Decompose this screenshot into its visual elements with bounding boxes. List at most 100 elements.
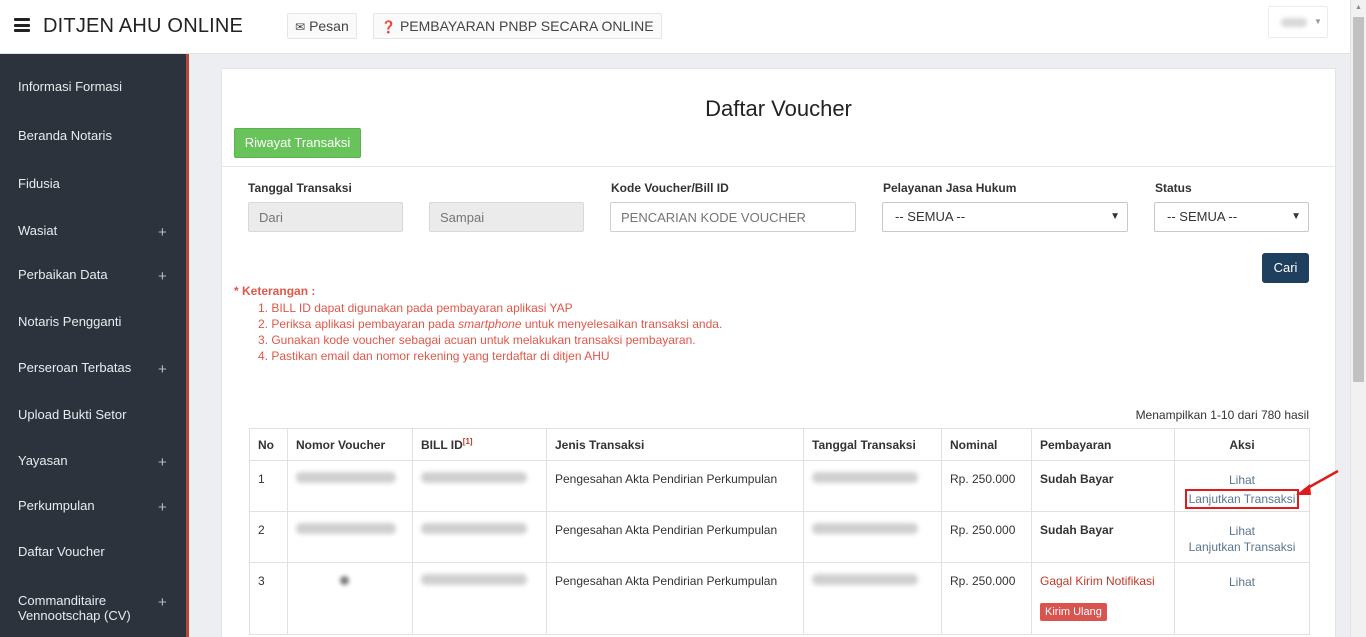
keterangan-notes: * Keterangan : 1. BILL ID dapat digunaka… (234, 284, 722, 364)
col-pembayaran: Pembayaran (1031, 428, 1175, 461)
cari-button[interactable]: Cari (1262, 253, 1309, 283)
col-aksi: Aksi (1174, 428, 1310, 461)
expand-plus-icon: + (158, 268, 167, 285)
col-jenis-transaksi: Jenis Transaksi (546, 428, 804, 461)
expand-plus-icon: + (158, 499, 167, 516)
cell-aksi: Lihat (1174, 562, 1310, 635)
col-nominal: Nominal (941, 428, 1032, 461)
table-row: 1 Pengesahan Akta Pendirian Perkumpulan … (249, 460, 1310, 512)
status-gagal-kirim: Gagal Kirim Notifikasi (1040, 574, 1155, 588)
divider (222, 166, 1335, 167)
kode-voucher-label: Kode Voucher/Bill ID (611, 181, 729, 195)
pesan-label: Pesan (309, 18, 349, 34)
cell-no: 2 (249, 511, 288, 563)
cell-tanggal-blurred (803, 562, 942, 635)
kode-voucher-search-input[interactable] (610, 202, 856, 232)
lihat-link[interactable]: Lihat (1183, 523, 1301, 539)
cell-aksi: Lihat Lanjutkan Transaksi (1174, 460, 1310, 512)
cell-nominal: Rp. 250.000 (941, 562, 1032, 635)
sidebar-item-informasi-formasi[interactable]: Informasi Formasi (0, 65, 186, 111)
cell-pembayaran: Gagal Kirim Notifikasi Kirim Ulang (1031, 562, 1175, 635)
envelope-icon: ✉ (295, 20, 306, 34)
sidebar-item-label: Notaris Pengganti (18, 314, 122, 329)
sidebar-item-label: Wasiat (18, 223, 58, 238)
pesan-button[interactable]: ✉ Pesan (287, 13, 357, 39)
cell-bill-id-blurred (412, 511, 547, 563)
sidebar-item-label: Yayasan (18, 453, 68, 468)
brand-title[interactable]: DITJEN AHU ONLINE (43, 15, 243, 38)
sidebar-item-cv[interactable]: Commanditaire Vennootschap (CV) + (0, 579, 186, 637)
dari-date-input[interactable] (248, 202, 403, 232)
notes-title: * Keterangan : (234, 284, 316, 298)
col-nomor-voucher: Nomor Voucher (287, 428, 413, 461)
bill-id-footnote: [1] (462, 437, 473, 446)
lanjutkan-transaksi-link[interactable]: Lanjutkan Transaksi (1183, 539, 1301, 555)
sidebar-item-label: Informasi Formasi (18, 79, 123, 94)
chevron-down-icon: ▼ (1314, 17, 1322, 26)
top-bar: DITJEN AHU ONLINE ✉ Pesan ❓ PEMBAYARAN PNB… (0, 0, 1350, 54)
sidebar: Informasi Formasi Beranda Notaris Fidusi… (0, 54, 189, 637)
cell-pembayaran: Sudah Bayar (1031, 460, 1175, 512)
table-row: 2 Pengesahan Akta Pendirian Perkumpulan … (249, 511, 1310, 563)
sidebar-item-perseroan-terbatas[interactable]: Perseroan Terbatas + (0, 346, 186, 392)
sidebar-item-label: Commanditaire Vennootschap (CV) (18, 593, 131, 623)
status-select[interactable]: -- SEMUA -- ▼ (1154, 202, 1309, 232)
table-row: 3 Pengesahan Akta Pendirian Perkumpulan … (249, 562, 1310, 635)
tanggal-transaksi-label: Tanggal Transaksi (248, 181, 352, 195)
cell-tanggal-blurred (803, 460, 942, 512)
sidebar-item-notaris-pengganti[interactable]: Notaris Pengganti (0, 300, 186, 346)
kirim-ulang-button[interactable]: Kirim Ulang (1040, 603, 1107, 621)
chevron-down-icon: ▼ (1110, 211, 1120, 222)
cell-nominal: Rp. 250.000 (941, 511, 1032, 563)
pelayanan-jasa-hukum-label: Pelayanan Jasa Hukum (883, 181, 1017, 195)
sidebar-item-label: Fidusia (18, 176, 60, 191)
sidebar-item-label: Perkumpulan (18, 498, 95, 513)
cell-no: 1 (249, 460, 288, 512)
lihat-link[interactable]: Lihat (1183, 472, 1301, 488)
sidebar-item-daftar-voucher[interactable]: Daftar Voucher (0, 530, 186, 576)
pembayaran-label: PEMBAYARAN PNBP SECARA ONLINE (399, 18, 654, 34)
user-name-blurred (1281, 18, 1307, 27)
hamburger-icon[interactable] (14, 18, 30, 32)
page-title: Daftar Voucher (705, 96, 852, 121)
lanjutkan-transaksi-link[interactable]: Lanjutkan Transaksi (1184, 489, 1300, 509)
question-circle-icon: ❓ (381, 20, 396, 34)
sidebar-item-wasiat[interactable]: Wasiat + (0, 209, 186, 255)
note-item: 1. BILL ID dapat digunakan pada pembayar… (258, 301, 573, 315)
sampai-date-input[interactable] (429, 202, 584, 232)
user-dropdown[interactable]: ▼ (1268, 6, 1328, 38)
riwayat-transaksi-button[interactable]: Riwayat Transaksi (234, 128, 361, 158)
main-card: Daftar Voucher Riwayat Transaksi Tanggal… (221, 68, 1336, 637)
vertical-scrollbar[interactable]: ▲ (1350, 0, 1366, 637)
sidebar-item-perkumpulan[interactable]: Perkumpulan + (0, 484, 186, 530)
scrollbar-thumb[interactable] (1353, 17, 1364, 382)
pembayaran-pnbp-button[interactable]: ❓ PEMBAYARAN PNBP SECARA ONLINE (373, 13, 662, 39)
cell-aksi: Lihat Lanjutkan Transaksi (1174, 511, 1310, 563)
status-selected-value: -- SEMUA -- (1167, 209, 1238, 224)
sidebar-item-upload-bukti-setor[interactable]: Upload Bukti Setor (0, 393, 186, 439)
col-tanggal-transaksi: Tanggal Transaksi (803, 428, 942, 461)
table-header-row: No Nomor Voucher BILL ID[1] Jenis Transa… (249, 428, 1310, 461)
cell-jenis-transaksi: Pengesahan Akta Pendirian Perkumpulan (546, 511, 804, 563)
voucher-table: No Nomor Voucher BILL ID[1] Jenis Transa… (249, 428, 1310, 635)
sidebar-item-label: Perbaikan Data (18, 267, 108, 282)
note-item: 2. Periksa aplikasi pembayaran pada smar… (258, 317, 723, 331)
chevron-down-icon: ▼ (1291, 211, 1301, 222)
sidebar-item-perbaikan-data[interactable]: Perbaikan Data + (0, 253, 186, 299)
sidebar-item-yayasan[interactable]: Yayasan + (0, 439, 186, 485)
col-bill-id: BILL ID[1] (412, 428, 547, 461)
cell-nomor-voucher-blurred (287, 460, 413, 512)
cell-no: 3 (249, 562, 288, 635)
pelayanan-jasa-hukum-select[interactable]: -- SEMUA -- ▼ (882, 202, 1128, 232)
cell-jenis-transaksi: Pengesahan Akta Pendirian Perkumpulan (546, 460, 804, 512)
sidebar-item-beranda-notaris[interactable]: Beranda Notaris (0, 114, 186, 160)
scroll-up-arrow-icon[interactable]: ▲ (1355, 4, 1362, 11)
sidebar-item-fidusia[interactable]: Fidusia (0, 162, 186, 208)
sidebar-item-label: Daftar Voucher (18, 544, 105, 559)
cell-jenis-transaksi: Pengesahan Akta Pendirian Perkumpulan (546, 562, 804, 635)
lihat-link[interactable]: Lihat (1183, 574, 1301, 590)
note-item: 4. Pastikan email dan nomor rekening yan… (258, 349, 610, 363)
expand-plus-icon: + (158, 224, 167, 241)
cell-tanggal-blurred (803, 511, 942, 563)
sidebar-item-label: Perseroan Terbatas (18, 360, 132, 375)
